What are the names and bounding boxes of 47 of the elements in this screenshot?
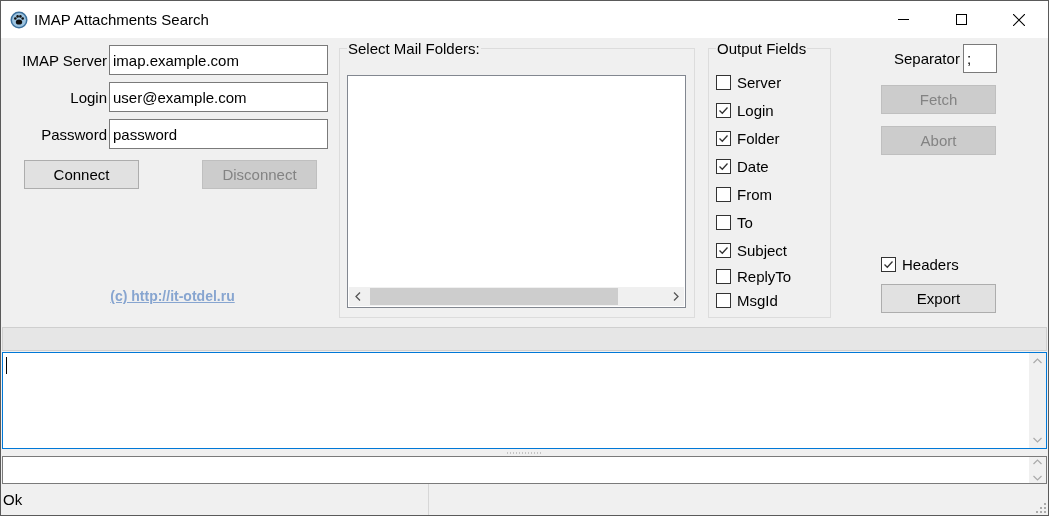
field-label: IMAP Server — [21, 51, 108, 69]
splitter-grip-icon[interactable] — [506, 451, 543, 454]
checkbox[interactable] — [716, 292, 731, 308]
minimize-icon[interactable] — [897, 19, 909, 20]
checkbox-label: From — [737, 185, 772, 203]
window-title: IMAP Attachments Search — [34, 11, 210, 28]
status-text: Ok — [3, 491, 23, 508]
check-icon — [883, 258, 894, 270]
text-cursor — [6, 357, 7, 374]
check-icon — [718, 132, 729, 144]
maximize-icon[interactable] — [955, 14, 967, 25]
text-field[interactable]: imap.example.com — [109, 45, 328, 75]
close-icon[interactable] — [1013, 13, 1025, 26]
text-field[interactable]: user@example.com — [109, 82, 328, 112]
checkbox[interactable] — [716, 242, 731, 258]
export-button[interactable]: Export — [881, 284, 996, 313]
horizontal-scrollbar[interactable] — [349, 287, 684, 306]
text-field[interactable]: password — [109, 119, 328, 149]
checkbox-label: Subject — [737, 241, 788, 259]
resize-grip-icon[interactable] — [1036, 503, 1046, 513]
action-button[interactable]: Connect — [24, 160, 139, 189]
checkbox-label: ReplyTo — [737, 267, 792, 285]
checkbox-label: Login — [737, 101, 774, 119]
checkbox-label: Date — [737, 157, 769, 175]
check-icon — [718, 104, 729, 116]
checkbox[interactable] — [881, 256, 896, 272]
paw-icon — [10, 10, 28, 29]
checkbox[interactable] — [716, 74, 731, 90]
checkbox[interactable] — [716, 130, 731, 146]
separator-field[interactable]: ; — [962, 44, 997, 73]
checkbox[interactable] — [716, 268, 731, 284]
checkbox-label: MsgId — [737, 291, 778, 309]
checkbox-label: Headers — [902, 255, 959, 273]
checkbox-label: Folder — [737, 129, 780, 147]
checkbox[interactable] — [716, 214, 731, 230]
group-title: Output Fields — [716, 40, 808, 57]
check-icon — [718, 160, 729, 172]
check-icon — [718, 244, 729, 256]
checkbox[interactable] — [716, 158, 731, 174]
field-label: Login — [69, 88, 108, 106]
checkbox[interactable] — [716, 186, 731, 202]
checkbox-label: Server — [737, 73, 782, 91]
field-label: Password — [40, 125, 108, 143]
group-title: Select Mail Folders: — [347, 40, 481, 57]
checkbox-label: To — [737, 213, 753, 231]
checkbox[interactable] — [716, 102, 731, 118]
separator-label: Separator — [894, 50, 960, 67]
